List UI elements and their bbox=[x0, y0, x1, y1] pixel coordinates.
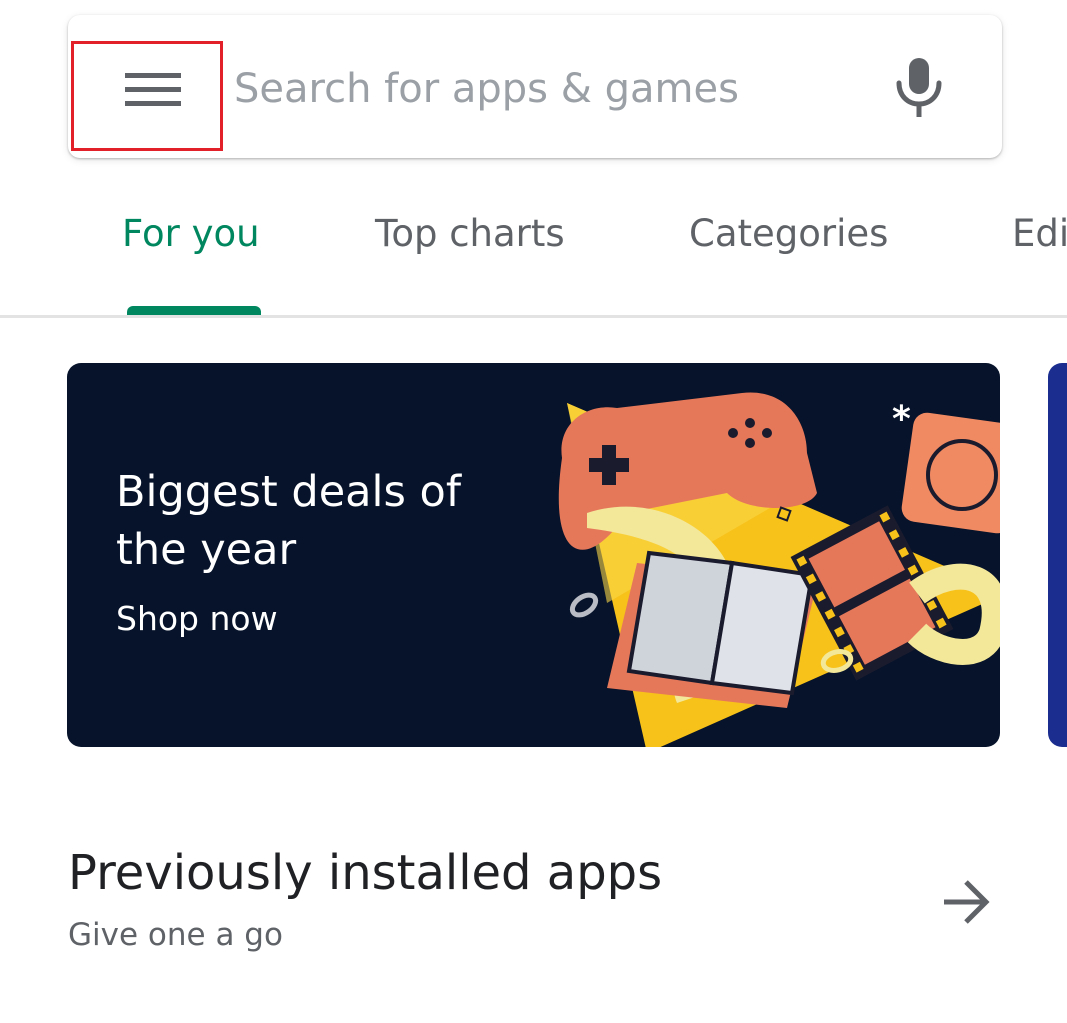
banner-illustration: * * bbox=[558, 392, 1000, 747]
tab-for-you[interactable]: For you bbox=[122, 212, 260, 255]
promo-banner[interactable]: Biggest deals of the year Shop now * bbox=[67, 363, 1000, 747]
menu-button[interactable] bbox=[71, 41, 223, 151]
tab-bar: For you Top charts Categories Edi bbox=[0, 190, 1067, 318]
section-title: Previously installed apps bbox=[68, 845, 663, 901]
search-input[interactable] bbox=[234, 49, 834, 129]
tabs-divider bbox=[0, 315, 1067, 318]
tab-top-charts[interactable]: Top charts bbox=[375, 212, 565, 255]
microphone-icon bbox=[896, 58, 942, 117]
section-more-button[interactable] bbox=[938, 874, 994, 930]
search-bar bbox=[68, 15, 1002, 158]
banner-title: Biggest deals of the year bbox=[116, 467, 461, 575]
tab-editors-choice[interactable]: Edi bbox=[1012, 212, 1067, 255]
section-subtitle: Give one a go bbox=[68, 917, 283, 953]
menu-hamburger-icon bbox=[125, 73, 181, 106]
arrow-right-icon bbox=[944, 880, 990, 924]
svg-text:*: * bbox=[892, 399, 911, 440]
banner-cta[interactable]: Shop now bbox=[116, 599, 278, 638]
microphone-button[interactable] bbox=[890, 56, 950, 118]
tab-categories[interactable]: Categories bbox=[689, 212, 888, 255]
next-banner-peek[interactable] bbox=[1048, 363, 1067, 747]
